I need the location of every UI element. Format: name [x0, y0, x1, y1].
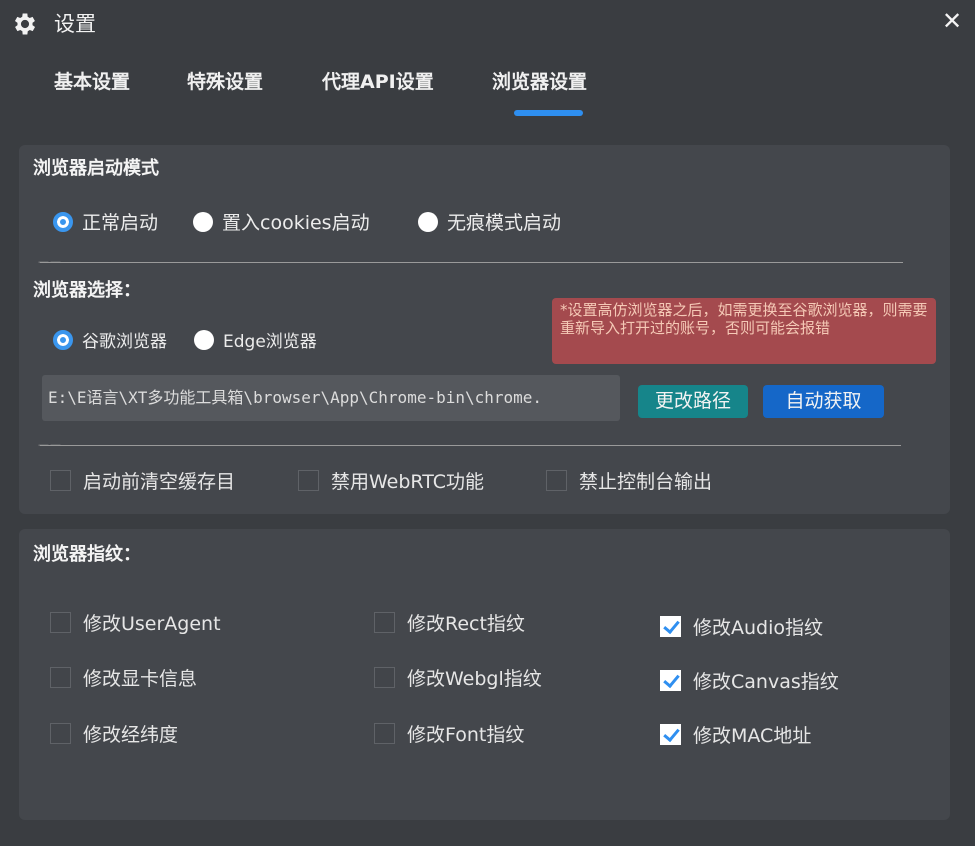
checkbox-mac-address[interactable]: 修改MAC地址: [660, 721, 811, 748]
checkbox-clear-cache[interactable]: 启动前清空缓存目: [50, 467, 235, 494]
checkbox-disable-console[interactable]: 禁止控制台输出: [546, 467, 712, 494]
warning-note: *设置高仿浏览器之后，如需更换至谷歌浏览器，则需要重新导入打开过的账号，否则可能…: [552, 298, 936, 364]
browser-select-heading: 浏览器选择：: [33, 280, 141, 301]
checkbox-rect[interactable]: 修改Rect指纹: [374, 609, 525, 636]
radio-label: 谷歌浏览器: [82, 332, 167, 352]
radio-dot[interactable]: [194, 329, 214, 350]
settings-window: 设置 ✕ 基本设置 特殊设置 代理API设置 浏览器设置 浏览器启动模式 正常启…: [0, 0, 975, 846]
radio-label: 无痕模式启动: [447, 212, 562, 234]
radio-dot[interactable]: [53, 211, 73, 232]
radio-dot[interactable]: [418, 211, 438, 232]
checkbox-label: 修改经纬度: [83, 724, 179, 746]
checkbox-label: 修改显卡信息: [83, 668, 198, 690]
radio-chrome-browser[interactable]: 谷歌浏览器: [53, 327, 167, 352]
window-title: 设置: [54, 12, 96, 36]
checkbox-box[interactable]: [660, 670, 681, 691]
fingerprint-heading: 浏览器指纹：: [33, 544, 141, 565]
checkbox-box[interactable]: [50, 470, 71, 491]
checkbox-box[interactable]: [660, 724, 681, 745]
checkbox-webgl[interactable]: 修改Webgl指纹: [374, 664, 542, 691]
radio-label: 置入cookies启动: [222, 212, 370, 234]
radio-normal-launch[interactable]: 正常启动: [53, 208, 158, 235]
launch-mode-heading: 浏览器启动模式: [33, 158, 159, 179]
checkbox-box[interactable]: [50, 667, 71, 688]
checkbox-font[interactable]: 修改Font指纹: [374, 720, 524, 747]
radio-cookies-launch[interactable]: 置入cookies启动: [193, 208, 370, 235]
checkbox-box[interactable]: [546, 470, 567, 491]
browser-path-input[interactable]: E:\E语言\XT多功能工具箱\browser\App\Chrome-bin\c…: [42, 375, 620, 421]
checkbox-box[interactable]: [374, 612, 395, 633]
radio-edge-browser[interactable]: Edge浏览器: [194, 327, 317, 352]
checkbox-geolocation[interactable]: 修改经纬度: [50, 720, 178, 747]
checkbox-box[interactable]: [50, 612, 71, 633]
checkbox-canvas[interactable]: 修改Canvas指纹: [660, 667, 839, 694]
checkbox-label: 修改MAC地址: [693, 725, 812, 747]
checkbox-label: 修改UserAgent: [83, 613, 221, 635]
checkbox-label: 禁用WebRTC功能: [331, 471, 485, 493]
tab-proxy-api-settings[interactable]: 代理API设置: [322, 67, 434, 94]
checkbox-label: 启动前清空缓存目: [83, 471, 236, 493]
checkbox-label: 修改Canvas指纹: [693, 671, 839, 693]
change-path-button[interactable]: 更改路径: [638, 385, 748, 418]
radio-incognito-launch[interactable]: 无痕模式启动: [418, 208, 561, 235]
checkbox-label: 修改Audio指纹: [693, 617, 824, 639]
radio-label: Edge浏览器: [223, 332, 317, 352]
title-bar: 设置 ✕: [0, 0, 975, 50]
checkbox-audio[interactable]: 修改Audio指纹: [660, 613, 823, 640]
checkbox-label: 禁止控制台输出: [579, 471, 713, 493]
radio-label: 正常启动: [82, 212, 159, 234]
checkbox-gpu-info[interactable]: 修改显卡信息: [50, 664, 197, 691]
radio-dot[interactable]: [53, 329, 73, 350]
checkbox-disable-webrtc[interactable]: 禁用WebRTC功能: [298, 467, 484, 494]
checkbox-box[interactable]: [298, 470, 319, 491]
tab-basic-settings[interactable]: 基本设置: [54, 67, 130, 94]
checkbox-label: 修改Rect指纹: [407, 613, 525, 635]
checkbox-box[interactable]: [374, 667, 395, 688]
tab-special-settings[interactable]: 特殊设置: [187, 67, 263, 94]
tab-browser-settings[interactable]: 浏览器设置: [492, 67, 587, 94]
checkbox-useragent[interactable]: 修改UserAgent: [50, 609, 221, 636]
gear-icon: [14, 13, 36, 35]
checkbox-box[interactable]: [50, 723, 71, 744]
checkbox-label: 修改Font指纹: [407, 724, 525, 746]
radio-dot[interactable]: [193, 211, 213, 232]
active-tab-indicator: [514, 110, 583, 116]
checkbox-label: 修改Webgl指纹: [407, 668, 542, 690]
checkbox-box[interactable]: [374, 723, 395, 744]
auto-get-button[interactable]: 自动获取: [763, 385, 884, 418]
close-icon[interactable]: ✕: [938, 6, 966, 36]
checkbox-box[interactable]: [660, 616, 681, 637]
separator-line: [40, 262, 903, 263]
separator-line: [40, 445, 901, 446]
